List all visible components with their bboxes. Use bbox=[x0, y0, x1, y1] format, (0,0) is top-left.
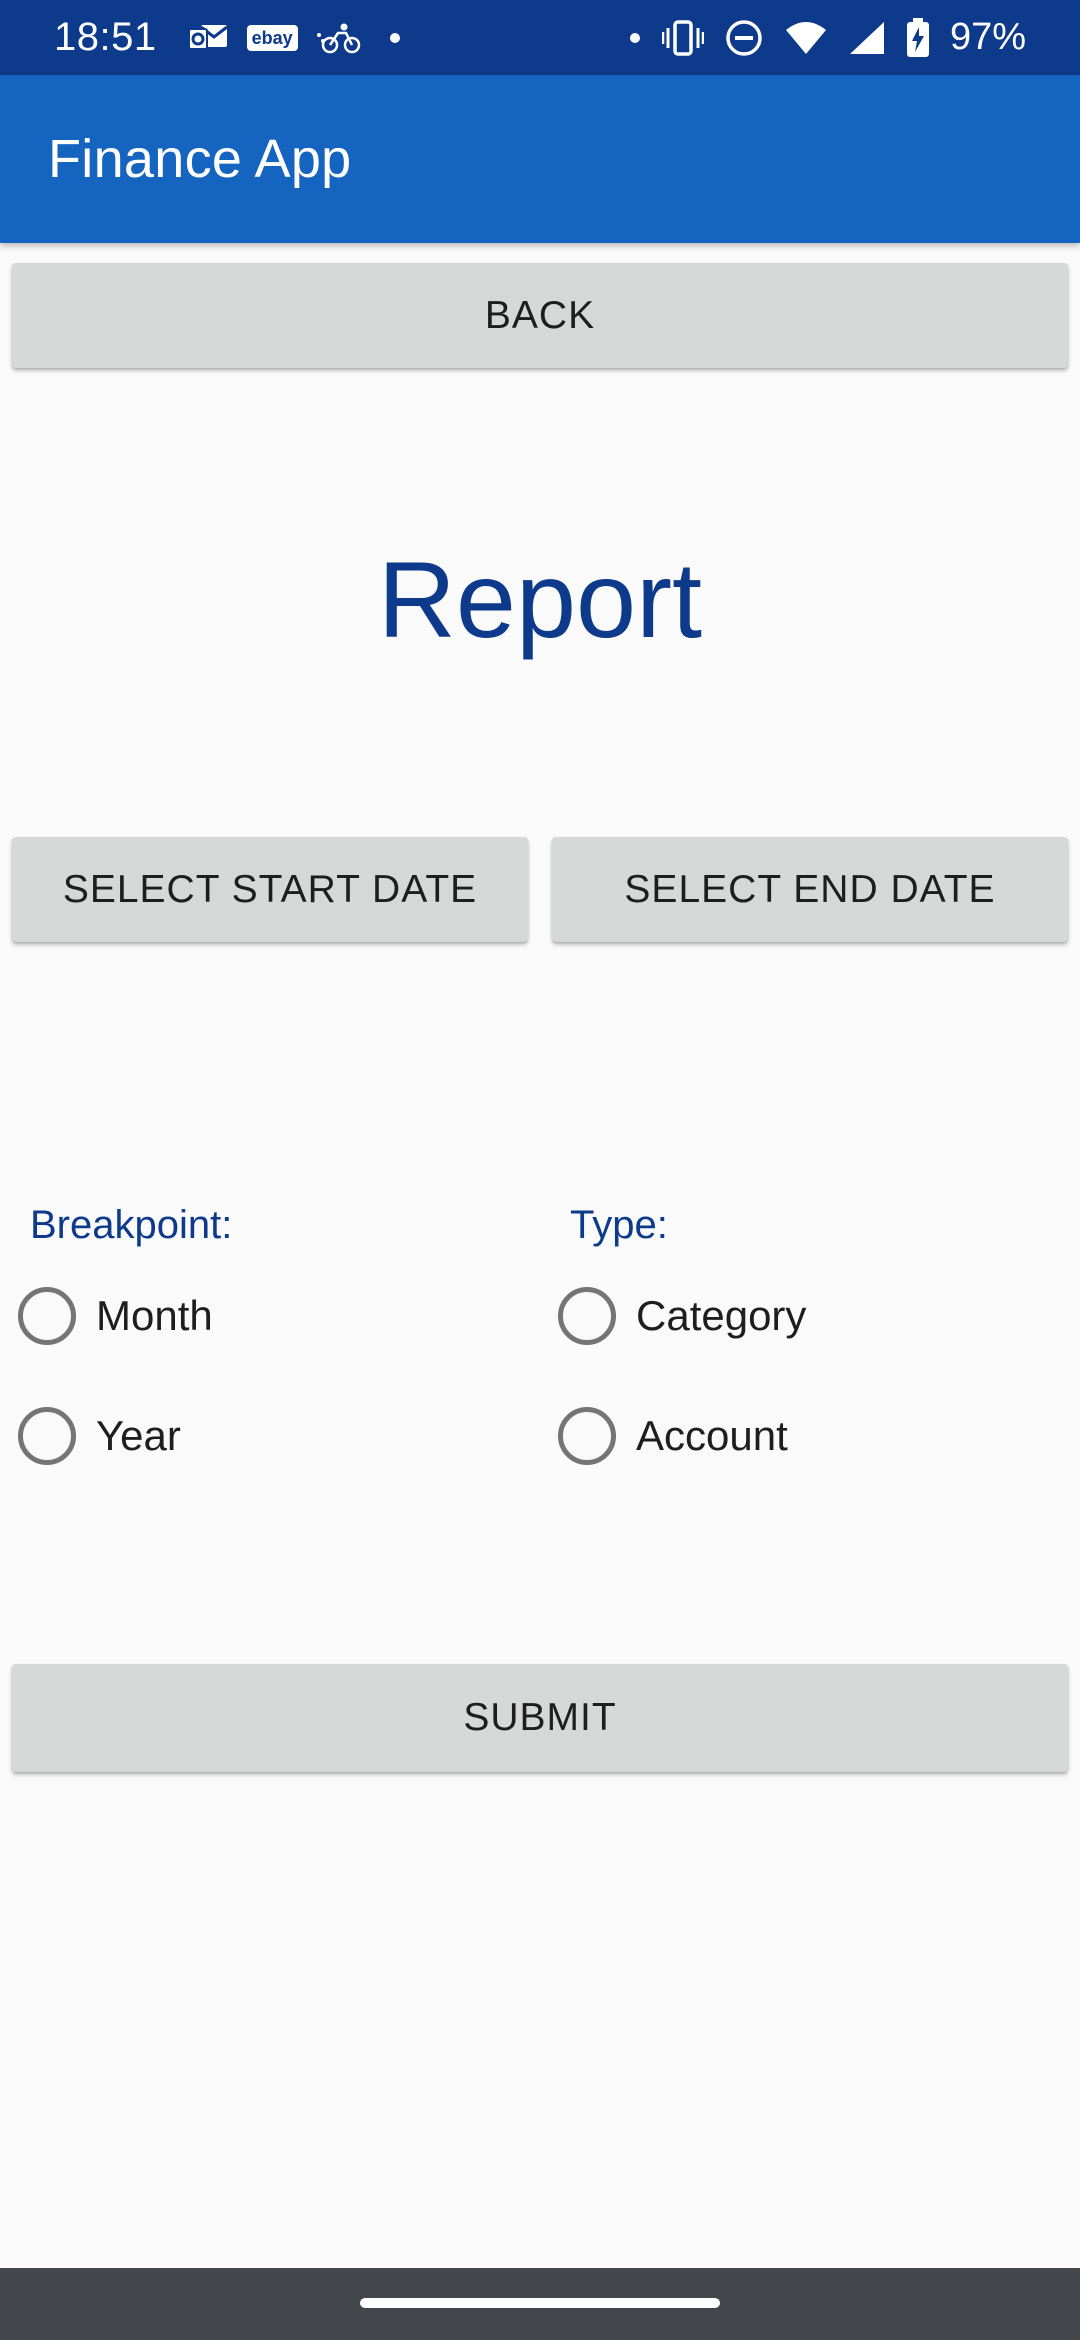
radio-account-label[interactable]: Account bbox=[636, 1412, 788, 1460]
radio-year-label[interactable]: Year bbox=[96, 1412, 181, 1460]
app-bar: Finance App bbox=[0, 75, 1080, 243]
radio-button-icon[interactable] bbox=[18, 1407, 76, 1465]
navigation-bar bbox=[0, 2268, 1080, 2340]
radio-button-icon[interactable] bbox=[558, 1287, 616, 1345]
radio-category-label[interactable]: Category bbox=[636, 1292, 806, 1340]
battery-percentage: 97% bbox=[949, 16, 1026, 58]
vibrate-icon bbox=[661, 18, 704, 58]
do-not-disturb-icon bbox=[724, 18, 764, 58]
status-time: 18:51 bbox=[54, 15, 157, 59]
status-bar: 18:51 ebay 97% bbox=[0, 0, 1080, 75]
radio-category[interactable]: Category bbox=[558, 1284, 806, 1348]
dot-icon bbox=[628, 21, 642, 55]
outlook-icon bbox=[187, 21, 229, 55]
radio-month-label[interactable]: Month bbox=[96, 1292, 213, 1340]
radio-month[interactable]: Month bbox=[18, 1284, 213, 1348]
cellular-signal-icon bbox=[848, 20, 886, 56]
select-start-date-button[interactable]: SELECT START DATE bbox=[12, 837, 528, 942]
radio-button-icon[interactable] bbox=[18, 1287, 76, 1345]
ebay-icon: ebay bbox=[246, 24, 298, 51]
submit-button[interactable]: SUBMIT bbox=[12, 1664, 1068, 1772]
page-title: Report bbox=[377, 539, 703, 660]
back-button[interactable]: BACK bbox=[12, 263, 1068, 368]
delivery-icon bbox=[316, 21, 362, 55]
notification-icons: ebay bbox=[187, 21, 410, 55]
dot-icon bbox=[380, 21, 410, 55]
type-label: Type: bbox=[570, 1203, 668, 1247]
radio-button-icon[interactable] bbox=[558, 1407, 616, 1465]
system-icons: 97% bbox=[628, 16, 1026, 59]
screen: 18:51 ebay 97% Finance App BACK Report S… bbox=[0, 0, 1080, 2340]
home-gesture-handle[interactable] bbox=[360, 2298, 720, 2308]
breakpoint-label: Breakpoint: bbox=[30, 1203, 233, 1247]
wifi-icon bbox=[784, 20, 828, 56]
radio-account[interactable]: Account bbox=[558, 1404, 788, 1468]
select-end-date-button[interactable]: SELECT END DATE bbox=[552, 837, 1068, 942]
radio-year[interactable]: Year bbox=[18, 1404, 181, 1468]
battery-charging-icon bbox=[906, 17, 930, 58]
app-title: Finance App bbox=[48, 129, 352, 189]
